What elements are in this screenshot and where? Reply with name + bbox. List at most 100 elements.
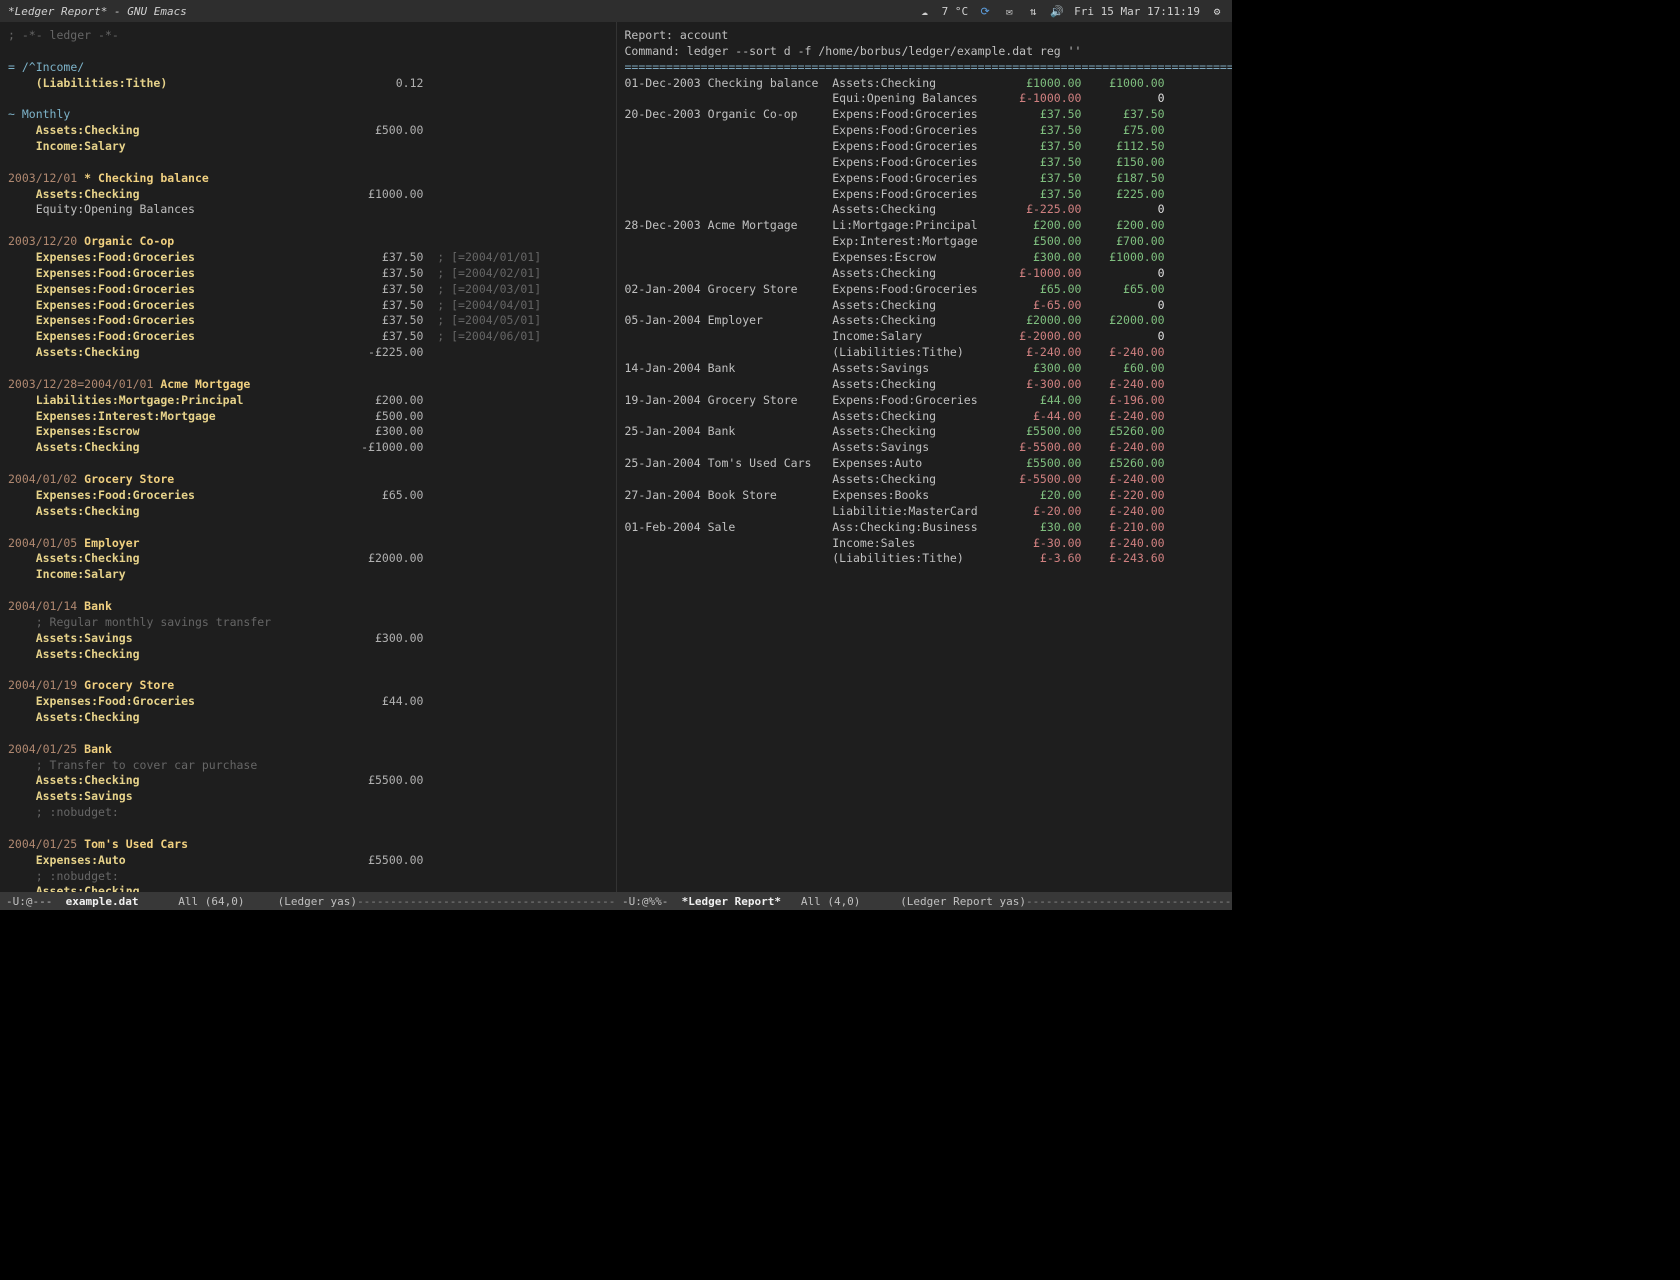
report-row[interactable]: Assets:Checking £-5500.00 £-240.00 [625, 472, 1225, 488]
report-row[interactable]: 28-Dec-2003 Acme Mortgage Li:Mortgage:Pr… [625, 218, 1225, 234]
source-line[interactable]: Liabilities:Mortgage:Principal £200.00 [8, 393, 608, 409]
report-row[interactable]: 25-Jan-2004 Tom's Used Cars Expenses:Aut… [625, 456, 1225, 472]
report-row[interactable]: Expens:Food:Groceries £37.50 £225.00 [625, 187, 1225, 203]
report-row[interactable]: Assets:Checking £-1000.00 0 [625, 266, 1225, 282]
source-line[interactable]: ; -*- ledger -*- [8, 28, 608, 44]
source-line[interactable]: Income:Salary [8, 139, 608, 155]
source-line[interactable]: 2004/01/14 Bank [8, 599, 608, 615]
source-line[interactable] [8, 726, 608, 742]
report-row[interactable]: Expenses:Escrow £300.00 £1000.00 [625, 250, 1225, 266]
source-line[interactable]: Expenses:Food:Groceries £65.00 [8, 488, 608, 504]
report-row[interactable]: Expens:Food:Groceries £37.50 £75.00 [625, 123, 1225, 139]
source-line[interactable]: Assets:Checking [8, 884, 608, 892]
source-line[interactable]: Expenses:Food:Groceries £44.00 [8, 694, 608, 710]
source-line[interactable]: Expenses:Interest:Mortgage £500.00 [8, 409, 608, 425]
source-line[interactable]: = /^Income/ [8, 60, 608, 76]
source-line[interactable]: 2004/01/05 Employer [8, 536, 608, 552]
report-row[interactable]: Liabilitie:MasterCard £-20.00 £-240.00 [625, 504, 1225, 520]
source-line[interactable]: Assets:Checking £1000.00 [8, 187, 608, 203]
source-line[interactable] [8, 361, 608, 377]
refresh-icon[interactable]: ⟳ [978, 4, 992, 18]
source-line[interactable]: Income:Salary [8, 567, 608, 583]
volume-icon[interactable]: 🔊 [1050, 4, 1064, 18]
source-line[interactable]: 2004/01/02 Grocery Store [8, 472, 608, 488]
report-header: Report: account [625, 28, 1225, 44]
source-buffer[interactable]: ; -*- ledger -*- = /^Income/ (Liabilitie… [0, 22, 617, 892]
network-icon[interactable]: ⇅ [1026, 4, 1040, 18]
report-row[interactable]: 02-Jan-2004 Grocery Store Expens:Food:Gr… [625, 282, 1225, 298]
report-row[interactable]: Income:Sales £-30.00 £-240.00 [625, 536, 1225, 552]
source-line[interactable]: Assets:Savings £300.00 [8, 631, 608, 647]
source-line[interactable]: 2003/12/20 Organic Co-op [8, 234, 608, 250]
minibuffer[interactable] [0, 910, 1232, 962]
report-row[interactable]: 14-Jan-2004 Bank Assets:Savings £300.00 … [625, 361, 1225, 377]
editor-area: ; -*- ledger -*- = /^Income/ (Liabilitie… [0, 22, 1232, 892]
report-row[interactable]: Assets:Checking £-300.00 £-240.00 [625, 377, 1225, 393]
source-line[interactable]: Assets:Checking [8, 647, 608, 663]
report-buffer[interactable]: Report: accountCommand: ledger --sort d … [617, 22, 1233, 892]
source-line[interactable]: Expenses:Auto £5500.00 [8, 853, 608, 869]
report-row[interactable]: Assets:Checking £-44.00 £-240.00 [625, 409, 1225, 425]
report-row[interactable]: Expens:Food:Groceries £37.50 £187.50 [625, 171, 1225, 187]
source-line[interactable]: 2004/01/19 Grocery Store [8, 678, 608, 694]
report-row[interactable]: Expens:Food:Groceries £37.50 £150.00 [625, 155, 1225, 171]
report-row[interactable]: 05-Jan-2004 Employer Assets:Checking £20… [625, 313, 1225, 329]
source-line[interactable] [8, 456, 608, 472]
report-row[interactable]: 01-Dec-2003 Checking balance Assets:Chec… [625, 76, 1225, 92]
source-line[interactable] [8, 44, 608, 60]
source-line[interactable]: Expenses:Food:Groceries £37.50 ; [=2004/… [8, 250, 608, 266]
source-line[interactable]: Assets:Checking £500.00 [8, 123, 608, 139]
source-line[interactable]: ; :nobudget: [8, 805, 608, 821]
report-row[interactable]: Assets:Checking £-65.00 0 [625, 298, 1225, 314]
report-row[interactable]: 25-Jan-2004 Bank Assets:Checking £5500.0… [625, 424, 1225, 440]
source-line[interactable]: ; Regular monthly savings transfer [8, 615, 608, 631]
titlebar: *Ledger Report* - GNU Emacs ☁ 7 °C ⟳ ✉ ⇅… [0, 0, 1232, 22]
report-row[interactable]: 27-Jan-2004 Book Store Expenses:Books £2… [625, 488, 1225, 504]
source-line[interactable]: Expenses:Food:Groceries £37.50 ; [=2004/… [8, 298, 608, 314]
source-line[interactable]: 2003/12/28=2004/01/01 Acme Mortgage [8, 377, 608, 393]
source-line[interactable]: ; :nobudget: [8, 869, 608, 885]
report-rule: ========================================… [625, 60, 1225, 76]
source-line[interactable] [8, 583, 608, 599]
source-line[interactable]: Expenses:Food:Groceries £37.50 ; [=2004/… [8, 313, 608, 329]
source-line[interactable]: Expenses:Escrow £300.00 [8, 424, 608, 440]
source-line[interactable]: Assets:Savings [8, 789, 608, 805]
report-row[interactable]: Assets:Checking £-225.00 0 [625, 202, 1225, 218]
settings-icon[interactable]: ⚙ [1210, 4, 1224, 18]
modeline: -U:@--- example.dat All (64,0) (Ledger y… [0, 892, 1232, 910]
source-line[interactable] [8, 662, 608, 678]
source-line[interactable] [8, 218, 608, 234]
source-line[interactable] [8, 520, 608, 536]
report-row[interactable]: Expens:Food:Groceries £37.50 £112.50 [625, 139, 1225, 155]
source-line[interactable]: Assets:Checking [8, 710, 608, 726]
source-line[interactable] [8, 155, 608, 171]
weather-icon: ☁ [918, 4, 932, 18]
mail-icon[interactable]: ✉ [1002, 4, 1016, 18]
source-line[interactable]: ; Transfer to cover car purchase [8, 758, 608, 774]
source-line[interactable]: Expenses:Food:Groceries £37.50 ; [=2004/… [8, 282, 608, 298]
source-line[interactable]: 2004/01/25 Tom's Used Cars [8, 837, 608, 853]
report-row[interactable]: Assets:Savings £-5500.00 £-240.00 [625, 440, 1225, 456]
source-line[interactable]: ~ Monthly [8, 107, 608, 123]
source-line[interactable]: 2004/01/25 Bank [8, 742, 608, 758]
source-line[interactable]: Assets:Checking £5500.00 [8, 773, 608, 789]
report-row[interactable]: Income:Salary £-2000.00 0 [625, 329, 1225, 345]
report-row[interactable]: 20-Dec-2003 Organic Co-op Expens:Food:Gr… [625, 107, 1225, 123]
source-line[interactable]: Assets:Checking £2000.00 [8, 551, 608, 567]
report-row[interactable]: Equi:Opening Balances £-1000.00 0 [625, 91, 1225, 107]
source-line[interactable]: Equity:Opening Balances [8, 202, 608, 218]
source-line[interactable]: Assets:Checking -£1000.00 [8, 440, 608, 456]
source-line[interactable] [8, 821, 608, 837]
source-line[interactable]: Assets:Checking [8, 504, 608, 520]
source-line[interactable] [8, 91, 608, 107]
report-row[interactable]: Exp:Interest:Mortgage £500.00 £700.00 [625, 234, 1225, 250]
report-row[interactable]: (Liabilities:Tithe) £-240.00 £-240.00 [625, 345, 1225, 361]
source-line[interactable]: Expenses:Food:Groceries £37.50 ; [=2004/… [8, 329, 608, 345]
source-line[interactable]: Expenses:Food:Groceries £37.50 ; [=2004/… [8, 266, 608, 282]
source-line[interactable]: Assets:Checking -£225.00 [8, 345, 608, 361]
report-row[interactable]: 19-Jan-2004 Grocery Store Expens:Food:Gr… [625, 393, 1225, 409]
source-line[interactable]: (Liabilities:Tithe) 0.12 [8, 76, 608, 92]
report-row[interactable]: 01-Feb-2004 Sale Ass:Checking:Business £… [625, 520, 1225, 536]
source-line[interactable]: 2003/12/01 * Checking balance [8, 171, 608, 187]
report-row[interactable]: (Liabilities:Tithe) £-3.60 £-243.60 [625, 551, 1225, 567]
